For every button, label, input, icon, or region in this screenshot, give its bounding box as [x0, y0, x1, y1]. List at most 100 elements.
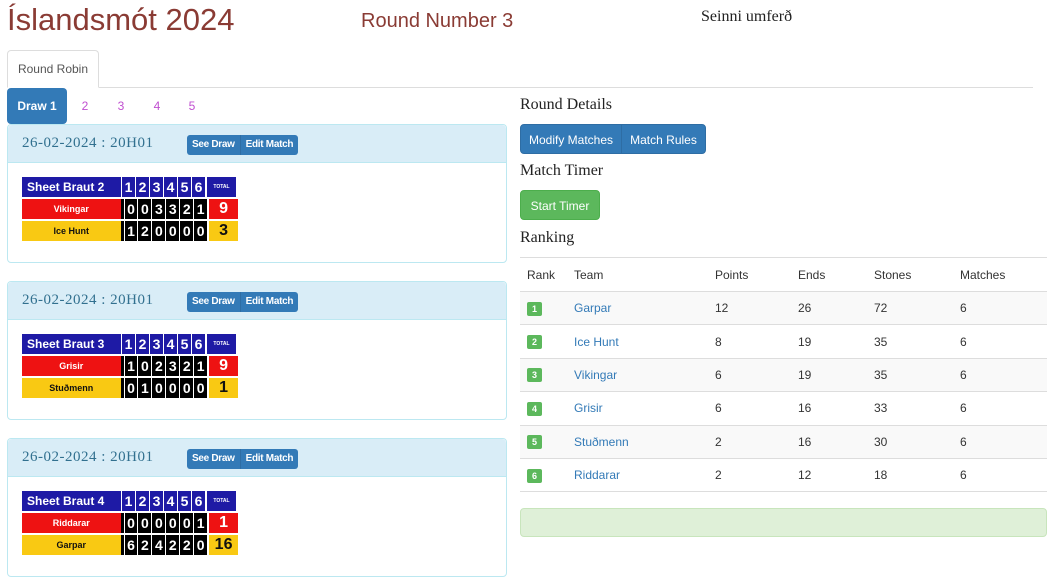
- ranking-row: 1 Garpar 12 26 72 6: [520, 291, 1047, 326]
- yellow-total: 1: [209, 378, 238, 398]
- see-draw-button[interactable]: See Draw: [187, 449, 241, 469]
- total-header: TOTAL: [207, 334, 236, 354]
- modify-matches-button[interactable]: Modify Matches: [520, 124, 622, 154]
- yellow-end-score: 4: [151, 535, 166, 555]
- matches-cell: 6: [953, 291, 1047, 326]
- points-cell: 12: [708, 291, 791, 326]
- red-end-score: 1: [193, 356, 208, 376]
- end-header: 5: [177, 334, 191, 354]
- match-rules-button[interactable]: Match Rules: [621, 124, 706, 154]
- yellow-end-score: 1: [123, 221, 138, 241]
- red-end-score: 2: [179, 356, 194, 376]
- matches-cell: 6: [953, 324, 1047, 359]
- team-link[interactable]: Vikingar: [574, 368, 617, 382]
- red-end-score: 3: [165, 356, 180, 376]
- end-header: 5: [177, 491, 191, 511]
- ranking-row: 5 Stuðmenn 2 16 30 6: [520, 425, 1047, 459]
- sheet-label: Sheet Braut 4: [22, 491, 121, 511]
- scoreboard-header-row: Sheet Braut 2 123456 TOTAL: [22, 177, 238, 197]
- pill-draw-5[interactable]: 5: [184, 88, 200, 124]
- edit-match-button[interactable]: Edit Match: [240, 292, 299, 312]
- rank-cell: 4: [520, 391, 567, 426]
- see-draw-button[interactable]: See Draw: [187, 135, 241, 155]
- team-cell: Vikingar: [567, 358, 708, 393]
- ends-cell: 26: [791, 291, 867, 326]
- yellow-team-name: Stuðmenn: [22, 378, 121, 398]
- ranking-heading: Ranking: [520, 229, 575, 246]
- col-matches: Matches: [953, 257, 1047, 292]
- yellow-end-score: 0: [193, 221, 208, 241]
- pill-draw-4[interactable]: 4: [149, 88, 165, 124]
- ends-cell: 12: [791, 458, 867, 493]
- points-cell: 6: [708, 391, 791, 426]
- match-timer-heading: Match Timer: [520, 162, 604, 179]
- end-header: 6: [191, 334, 205, 354]
- yellow-end-score: 0: [165, 378, 180, 398]
- team-link[interactable]: Ice Hunt: [574, 335, 619, 349]
- draw-card: 26-02-2024 : 20H01 See Draw Edit Match S…: [7, 124, 507, 263]
- red-end-score: 0: [165, 513, 180, 533]
- yellow-end-score: 0: [165, 221, 180, 241]
- stones-cell: 35: [867, 324, 953, 359]
- team-cell: Ice Hunt: [567, 324, 708, 359]
- start-timer-button[interactable]: Start Timer: [520, 190, 600, 220]
- red-team-name: Riddarar: [22, 513, 121, 533]
- red-end-score: 0: [179, 513, 194, 533]
- team-link[interactable]: Grisir: [574, 401, 603, 415]
- end-header: 1: [121, 334, 135, 354]
- end-header: 2: [135, 491, 149, 511]
- team-link[interactable]: Riddarar: [574, 468, 620, 482]
- see-draw-button[interactable]: See Draw: [187, 292, 241, 312]
- team-link[interactable]: Stuðmenn: [574, 435, 629, 449]
- red-end-score: 3: [151, 199, 166, 219]
- draw-actions: See Draw Edit Match: [187, 135, 299, 155]
- stones-cell: 33: [867, 391, 953, 426]
- pill-draw-2[interactable]: 2: [77, 88, 93, 124]
- end-header: 6: [191, 177, 205, 197]
- red-end-score: 3: [165, 199, 180, 219]
- draw-header: 26-02-2024 : 20H01 See Draw Edit Match: [8, 439, 506, 477]
- red-total: 1: [209, 513, 238, 533]
- draw-card: 26-02-2024 : 20H01 See Draw Edit Match S…: [7, 438, 507, 577]
- end-header: 5: [177, 177, 191, 197]
- yellow-team-name: Ice Hunt: [22, 221, 121, 241]
- yellow-end-score: 2: [179, 535, 194, 555]
- ranking-header-row: Rank Team Points Ends Stones Matches: [520, 257, 1047, 292]
- red-end-score: 0: [151, 513, 166, 533]
- draw-actions: See Draw Edit Match: [187, 449, 299, 469]
- draw-card: 26-02-2024 : 20H01 See Draw Edit Match S…: [7, 281, 507, 420]
- matches-cell: 6: [953, 425, 1047, 459]
- team-cell: Grisir: [567, 391, 708, 426]
- red-end-score: 1: [123, 356, 138, 376]
- col-points: Points: [708, 257, 791, 292]
- tab-round-robin[interactable]: Round Robin: [7, 50, 99, 88]
- col-team: Team: [567, 257, 708, 292]
- ranking-row: 2 Ice Hunt 8 19 35 6: [520, 324, 1047, 359]
- end-header: 1: [121, 491, 135, 511]
- scoreboard-header-row: Sheet Braut 3 123456 TOTAL: [22, 334, 238, 354]
- rank-badge: 6: [527, 468, 542, 483]
- pill-draw-1[interactable]: Draw 1: [7, 88, 67, 124]
- end-header: 6: [191, 491, 205, 511]
- yellow-team-row: Garpar 624220 16: [22, 535, 238, 555]
- red-total: 9: [209, 356, 238, 376]
- edit-match-button[interactable]: Edit Match: [240, 135, 299, 155]
- edit-match-button[interactable]: Edit Match: [240, 449, 299, 469]
- pill-draw-3[interactable]: 3: [113, 88, 129, 124]
- red-end-score: 2: [179, 199, 194, 219]
- rank-cell: 2: [520, 324, 567, 359]
- total-header: TOTAL: [207, 177, 236, 197]
- ends-cell: 16: [791, 425, 867, 459]
- red-end-score: 0: [123, 513, 138, 533]
- end-header: 2: [135, 177, 149, 197]
- ranking-row: 4 Grisir 6 16 33 6: [520, 391, 1047, 426]
- red-team-row: Vikingar 003321 9: [22, 199, 238, 219]
- ranking-row: 3 Vikingar 6 19 35 6: [520, 358, 1047, 393]
- team-link[interactable]: Garpar: [574, 301, 611, 315]
- ends-cell: 19: [791, 324, 867, 359]
- stones-cell: 72: [867, 291, 953, 326]
- points-cell: 8: [708, 324, 791, 359]
- rank-badge: 1: [527, 301, 542, 316]
- end-header: 3: [149, 334, 163, 354]
- points-cell: 6: [708, 358, 791, 393]
